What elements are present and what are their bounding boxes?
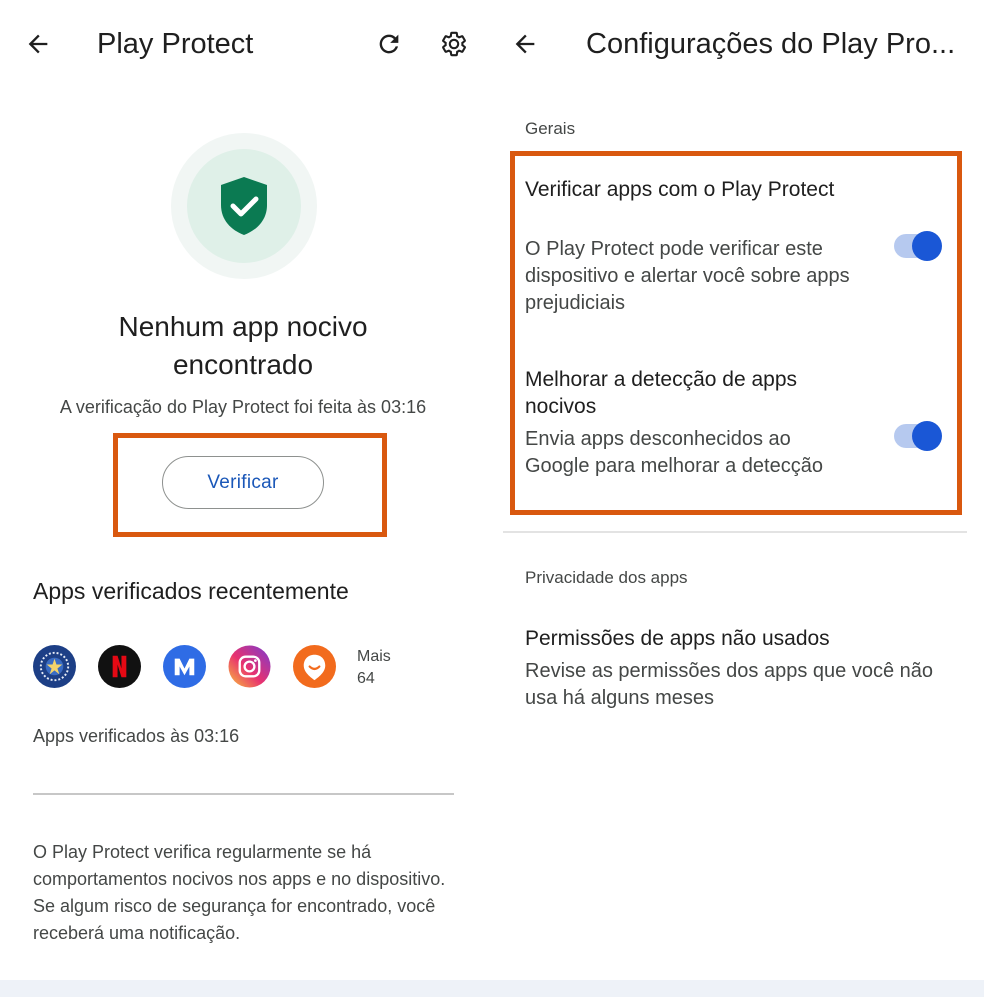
headline-line-2: encontrado — [172, 349, 314, 380]
settings-back-button[interactable] — [503, 22, 547, 66]
moovit-app-icon[interactable] — [293, 645, 336, 688]
verify-button[interactable]: Verificar — [162, 456, 324, 509]
more-count-value: 64 — [357, 670, 375, 687]
arrow-back-icon — [28, 34, 48, 54]
gear-icon — [442, 31, 466, 57]
unused-permissions-title[interactable]: Permissões de apps não usados — [525, 625, 945, 652]
protection-status-badge — [171, 133, 317, 279]
apps-scanned-time: Apps verificados às 03:16 — [33, 726, 240, 746]
refresh-icon — [379, 34, 399, 54]
unused-permissions-description: Revise as permissões dos apps que você n… — [525, 660, 934, 709]
app-privacy-section-label: Privacidade dos apps — [525, 568, 688, 587]
recent-apps-heading: Apps verificados recentemente — [33, 578, 349, 604]
arrow-back-icon — [515, 34, 535, 54]
scan-apps-setting-title: Verificar apps com o Play Protect — [525, 178, 835, 201]
general-section-label: Gerais — [525, 119, 576, 138]
headline-line-1: Nenhum app nocivo — [118, 311, 368, 342]
page-title: Play Protect — [97, 28, 254, 60]
bottom-bar — [0, 980, 984, 997]
gov-seal-app-icon[interactable] — [33, 645, 76, 688]
scan-apps-setting-description: O Play Protect pode verificar este dispo… — [525, 238, 850, 314]
netflix-app-icon[interactable] — [98, 645, 141, 688]
status-headline: Nenhum app nocivo encontrado — [0, 308, 486, 384]
recent-apps-list — [33, 645, 336, 688]
improve-detection-toggle[interactable] — [894, 421, 942, 451]
refresh-button[interactable] — [367, 22, 411, 66]
play-protect-description: O Play Protect verifica regularmente se … — [33, 842, 446, 943]
settings-page-title: Configurações do Play Pro... — [586, 28, 956, 60]
settings-button[interactable] — [432, 22, 476, 66]
m-app-icon[interactable] — [163, 645, 206, 688]
instagram-app-icon[interactable] — [228, 645, 271, 688]
improve-detection-setting-description: Envia apps desconhecidos ao Google para … — [525, 428, 823, 477]
more-apps-count[interactable]: Mais 64 — [357, 646, 391, 690]
divider — [33, 793, 454, 795]
divider — [503, 531, 967, 533]
improve-detection-setting-title: Melhorar a detecção de apps nocivos — [525, 368, 798, 418]
scan-apps-toggle[interactable] — [894, 231, 942, 261]
more-label: Mais — [357, 648, 391, 665]
last-scan-time: A verificação do Play Protect foi feita … — [59, 397, 427, 417]
play-protect-screen: Play Protect Nenhum app nocivo encontrad… — [0, 0, 490, 980]
back-button[interactable] — [16, 22, 60, 66]
shield-check-icon — [221, 177, 267, 235]
